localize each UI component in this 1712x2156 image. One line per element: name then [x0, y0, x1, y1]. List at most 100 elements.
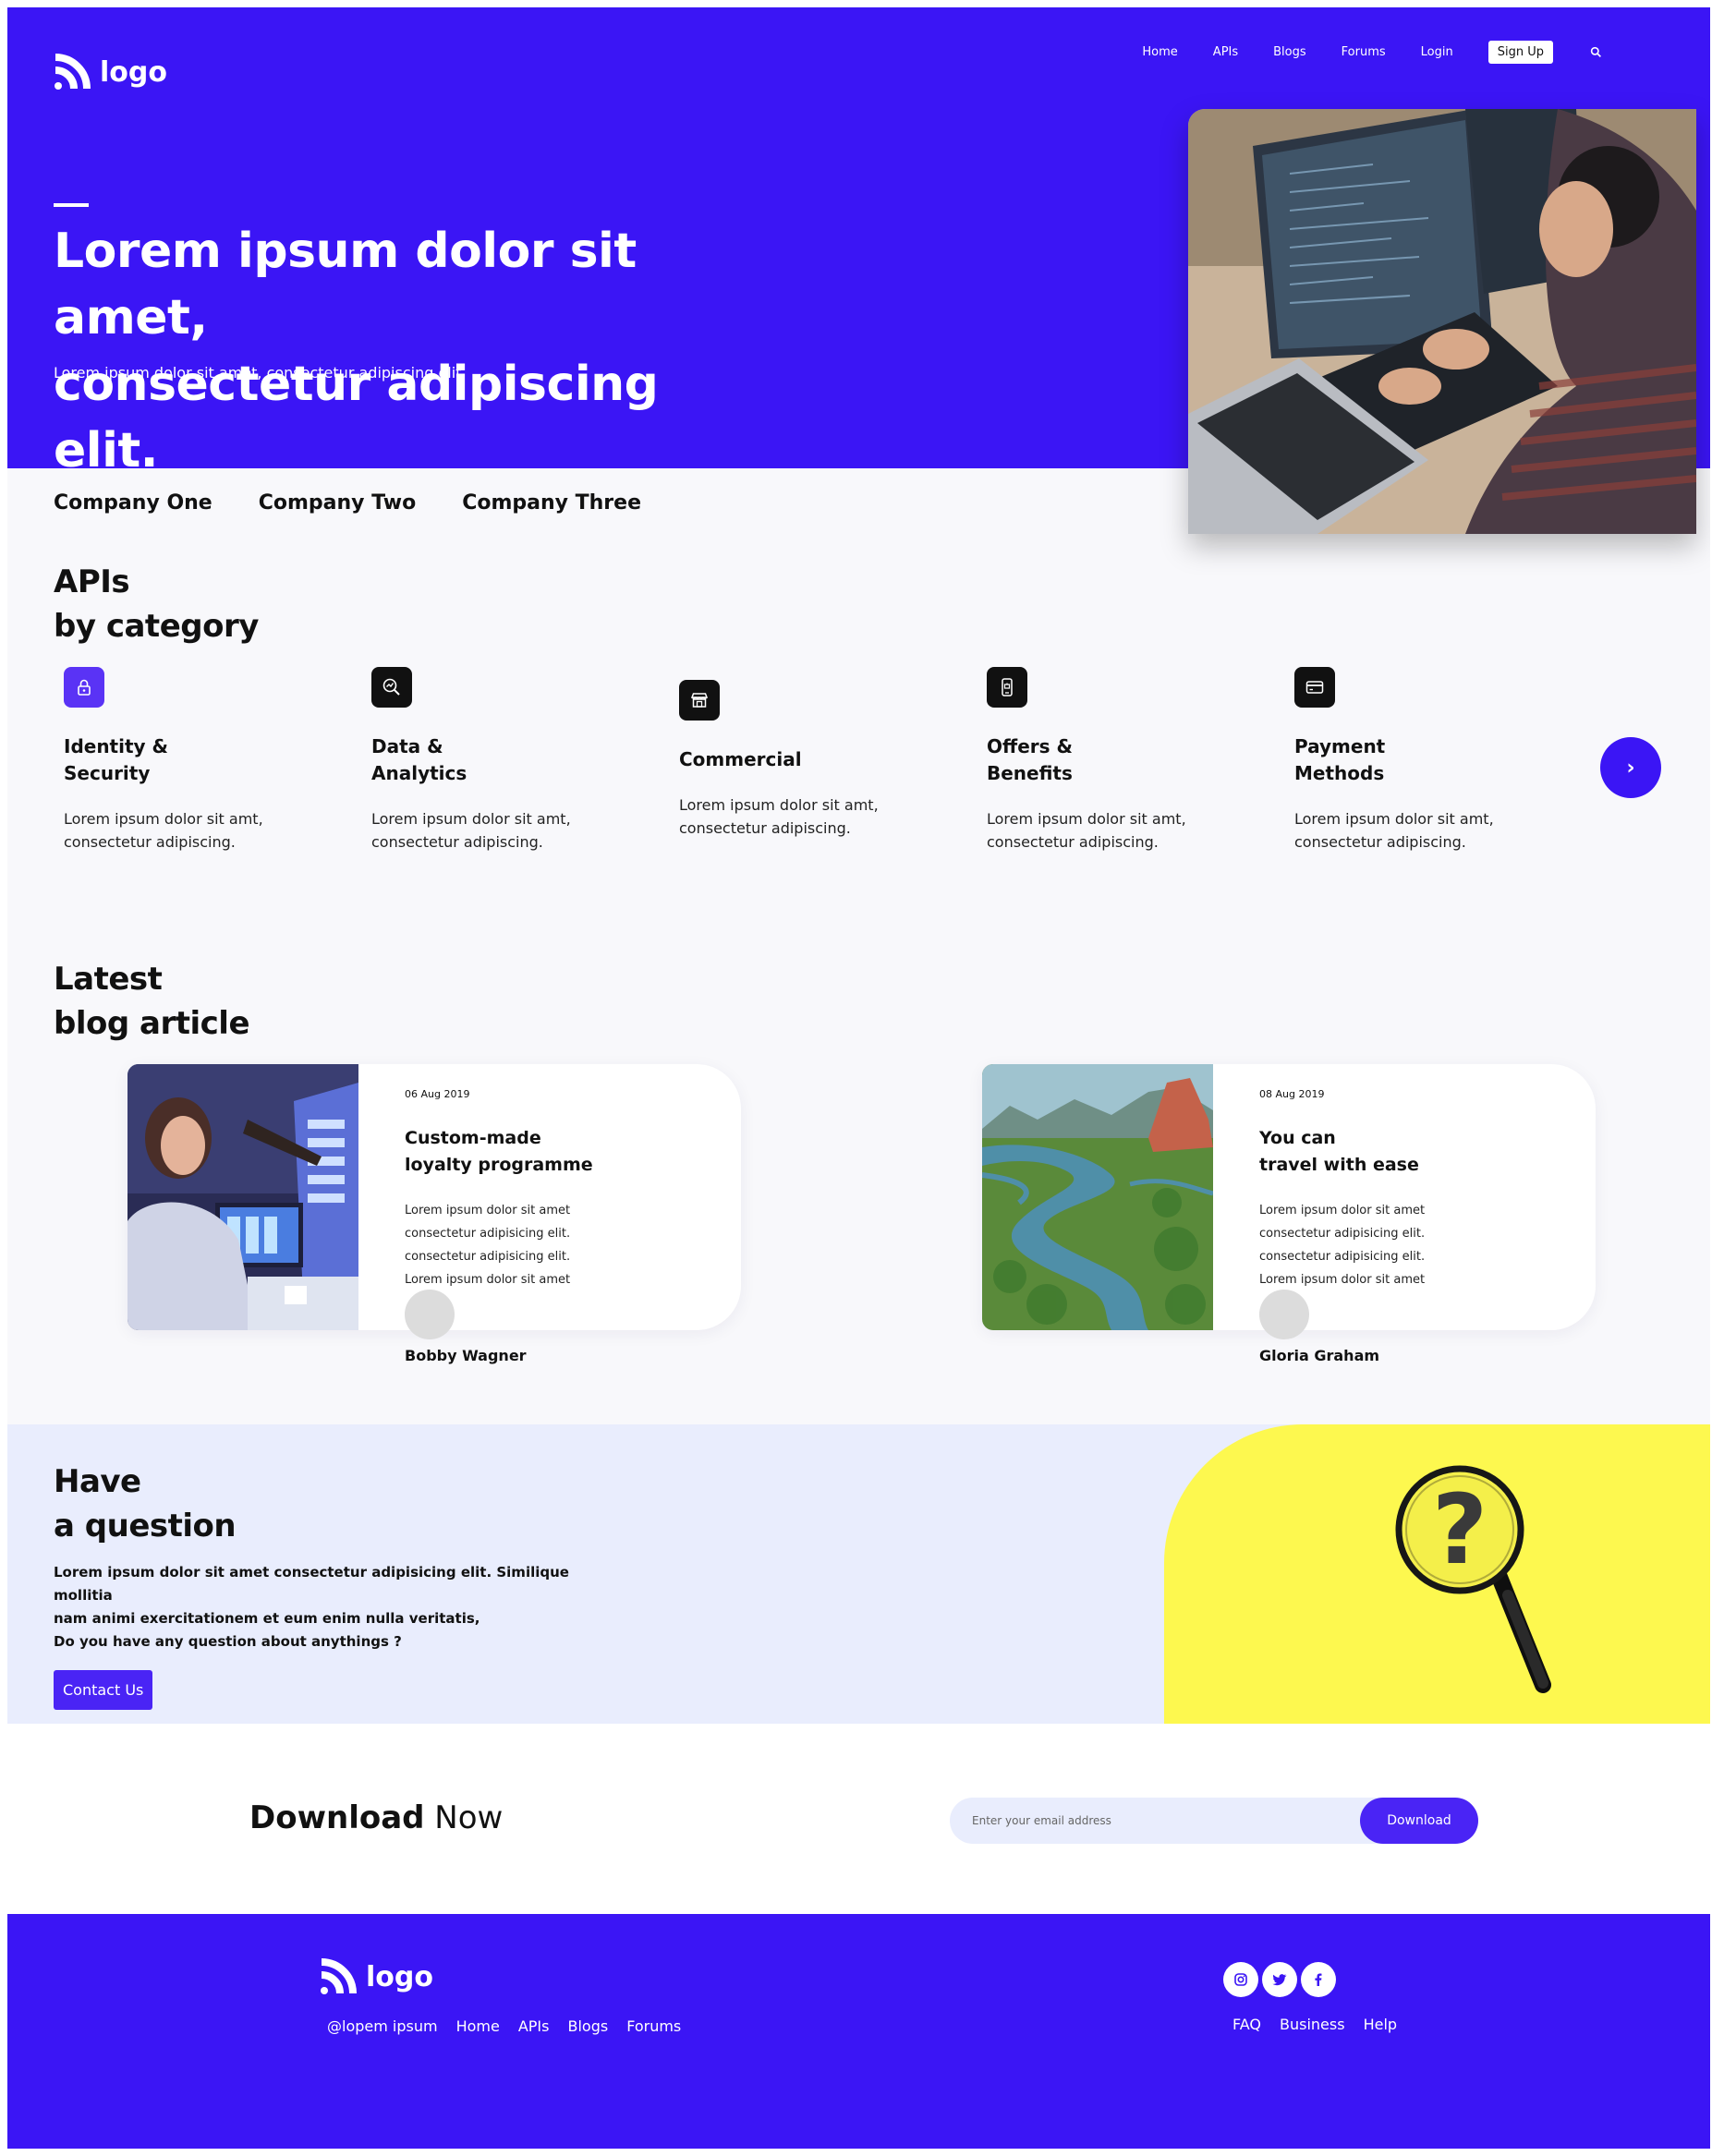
category-desc: Lorem ipsum dolor sit amt, consectetur a…: [679, 793, 956, 840]
question-title-line2: a question: [54, 1508, 237, 1544]
download-button[interactable]: Download: [1360, 1798, 1478, 1844]
blog-card-excerpt: Lorem ipsum dolor sit amet consectetur a…: [1259, 1199, 1555, 1291]
download-title-bold: Download: [249, 1799, 425, 1836]
excerpt-line: Lorem ipsum dolor sit amet: [405, 1204, 571, 1217]
instagram-icon[interactable]: [1223, 1962, 1258, 1997]
blog-card-title[interactable]: You can travel with ease: [1259, 1125, 1419, 1179]
footer-links-right: FAQ Business Help: [1232, 2016, 1397, 2033]
nav-blogs[interactable]: Blogs: [1273, 45, 1306, 59]
twitter-icon[interactable]: [1262, 1962, 1297, 1997]
company-three: Company Three: [462, 491, 642, 515]
blog-card-title-line1: You can: [1259, 1128, 1336, 1148]
signup-button[interactable]: Sign Up: [1487, 41, 1553, 64]
question-title: Have a question: [54, 1460, 237, 1548]
category-identity-security[interactable]: Identity & Security Lorem ipsum dolor si…: [64, 667, 341, 854]
category-desc-line2: consectetur adipiscing.: [679, 819, 851, 837]
footer-link-faq[interactable]: FAQ: [1232, 2016, 1261, 2033]
category-name: Payment Methods: [1294, 733, 1572, 787]
excerpt-line: consectetur adipisicing elit.: [1259, 1227, 1426, 1241]
search-icon[interactable]: [1588, 45, 1603, 60]
category-name-line1: Offers &: [987, 735, 1073, 757]
blog-card-image: [127, 1064, 358, 1330]
blog-card-date: 08 Aug 2019: [1259, 1088, 1325, 1100]
excerpt-line: Lorem ipsum dolor sit amet: [405, 1273, 571, 1287]
blog-card-title-line1: Custom-made: [405, 1128, 541, 1148]
blog-card[interactable]: 06 Aug 2019 Custom-made loyalty programm…: [127, 1064, 741, 1364]
question-text-line2: nam animi exercitationem et eum enim nul…: [54, 1610, 480, 1627]
category-desc: Lorem ipsum dolor sit amt, consectetur a…: [1294, 807, 1572, 854]
category-name-line2: Methods: [1294, 762, 1385, 784]
category-name-line2: Analytics: [371, 762, 467, 784]
footer-link-business[interactable]: Business: [1280, 2016, 1345, 2033]
store-icon: [679, 680, 720, 721]
question-text: Lorem ipsum dolor sit amet consectetur a…: [54, 1561, 626, 1630]
hero-subtitle: Lorem ipsum dolor sit amet, consectetur …: [54, 364, 467, 382]
lock-icon: [64, 667, 104, 708]
nav-forums[interactable]: Forums: [1342, 45, 1386, 59]
mobile-offer-icon: [987, 667, 1027, 708]
category-next-button[interactable]: ›: [1600, 737, 1661, 798]
category-payment-methods[interactable]: Payment Methods Lorem ipsum dolor sit am…: [1294, 667, 1572, 854]
category-name: Data & Analytics: [371, 733, 649, 787]
apis-section-title: APIs by category: [54, 560, 259, 648]
hero-title: Lorem ipsum dolor sit amet, consectetur …: [54, 218, 756, 484]
nav-apis[interactable]: APIs: [1213, 45, 1238, 59]
question-title-line1: Have: [54, 1463, 141, 1500]
nav-login[interactable]: Login: [1421, 45, 1453, 59]
blog-card-title[interactable]: Custom-made loyalty programme: [405, 1125, 593, 1179]
download-title-rest: Now: [424, 1799, 504, 1836]
blog-title-line2: blog article: [54, 1005, 250, 1042]
logo[interactable]: logo: [52, 52, 167, 92]
category-name-line2: Benefits: [987, 762, 1073, 784]
category-name-line2: Security: [64, 762, 151, 784]
category-desc-line1: Lorem ipsum dolor sit amt,: [1294, 810, 1494, 828]
apis-title-line2: by category: [54, 608, 259, 645]
logo-text: logo: [366, 1960, 433, 1993]
category-desc-line2: consectetur adipiscing.: [1294, 833, 1466, 851]
main-nav: Home APIs Blogs Forums Login Sign Up: [1142, 41, 1603, 64]
analytics-search-icon: [371, 667, 412, 708]
category-offers-benefits[interactable]: Offers & Benefits Lorem ipsum dolor sit …: [987, 667, 1264, 854]
category-desc-line2: consectetur adipiscing.: [371, 833, 543, 851]
question-text-line1: Lorem ipsum dolor sit amet consectetur a…: [54, 1564, 569, 1604]
blog-title-line1: Latest: [54, 961, 163, 998]
category-name-line1: Data &: [371, 735, 443, 757]
category-desc: Lorem ipsum dolor sit amt, consectetur a…: [371, 807, 649, 854]
footer-link-help[interactable]: Help: [1364, 2016, 1397, 2033]
footer-logo[interactable]: logo: [318, 1956, 433, 1997]
blog-card-excerpt: Lorem ipsum dolor sit amet consectetur a…: [405, 1199, 700, 1291]
category-name: Commercial: [679, 748, 802, 770]
footer-link-forums[interactable]: Forums: [626, 2017, 681, 2035]
footer-link-apis[interactable]: APIs: [518, 2017, 550, 2035]
question-section: Have a question Lorem ipsum dolor sit am…: [7, 1424, 1710, 1724]
facebook-icon[interactable]: [1301, 1962, 1336, 1997]
footer-copyright: @lopem ipsum: [327, 2017, 438, 2035]
footer-link-home[interactable]: Home: [456, 2017, 500, 2035]
logo-icon: [55, 54, 91, 90]
svg-text:?: ?: [1432, 1473, 1487, 1586]
hero-photo: [1188, 109, 1696, 534]
contact-us-button[interactable]: Contact Us: [54, 1670, 153, 1710]
blog-card[interactable]: 08 Aug 2019 You can travel with ease Lor…: [982, 1064, 1596, 1364]
category-desc-line1: Lorem ipsum dolor sit amt,: [64, 810, 263, 828]
chevron-right-icon: ›: [1626, 756, 1635, 780]
excerpt-line: consectetur adipisicing elit.: [405, 1227, 571, 1241]
credit-card-icon: [1294, 667, 1335, 708]
excerpt-line: Lorem ipsum dolor sit amet: [1259, 1273, 1426, 1287]
download-form: Download: [950, 1798, 1478, 1844]
category-data-analytics[interactable]: Data & Analytics Lorem ipsum dolor sit a…: [371, 667, 649, 854]
company-two: Company Two: [258, 491, 417, 515]
category-commercial[interactable]: Commercial Lorem ipsum dolor sit amt, co…: [679, 680, 956, 840]
logo-icon: [321, 1958, 357, 1994]
footer-link-blogs[interactable]: Blogs: [567, 2017, 608, 2035]
page: logo Home APIs Blogs Forums Login Sign U…: [7, 7, 1710, 2149]
nav-home[interactable]: Home: [1142, 45, 1177, 59]
social-links: [1223, 1962, 1336, 1997]
email-input[interactable]: [972, 1798, 1342, 1844]
category-desc-line2: consectetur adipiscing.: [987, 833, 1159, 851]
logo-text: logo: [100, 55, 167, 89]
category-desc: Lorem ipsum dolor sit amt, consectetur a…: [987, 807, 1264, 854]
company-one: Company One: [54, 491, 212, 515]
blog-card-title-line2: travel with ease: [1259, 1155, 1419, 1175]
hero-accent-bar: [54, 203, 89, 207]
